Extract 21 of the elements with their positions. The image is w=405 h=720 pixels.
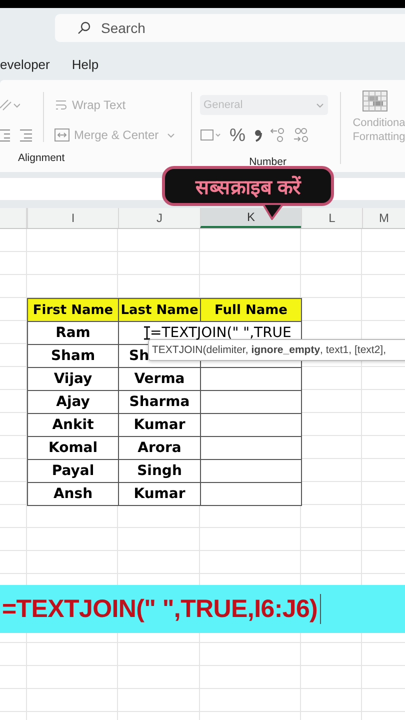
table-cell: Verma [119,368,201,391]
table-header-cell: First Name [28,299,119,322]
formula-banner: =TEXTJOIN(" ",TRUE,I6:J6) [0,585,405,633]
table-cell: Kumar [119,483,201,506]
table-cell: Sharma [119,391,201,414]
table-cell: Vijay [28,368,119,391]
table-cell: Ram [28,322,119,345]
table-cell: Ajay [28,391,119,414]
function-tooltip: TEXTJOIN(delimiter, ignore_empty, text1, [text2], [148,339,405,361]
group-label: Alignment [18,152,65,164]
table-cell: Komal [28,437,119,460]
table-cell: Payal [28,460,119,483]
table-cell: Sham [28,345,119,368]
table-cell: Singh [119,460,201,483]
table-cell: Arora [119,437,201,460]
table-cell: Ankit [28,414,119,437]
table-header-cell: Full Name [201,299,302,322]
table-cell: Kumar [119,414,201,437]
group-label: Number [248,156,288,168]
table-cell: Ansh [28,483,119,506]
table-header-cell: Last Name [119,299,201,322]
